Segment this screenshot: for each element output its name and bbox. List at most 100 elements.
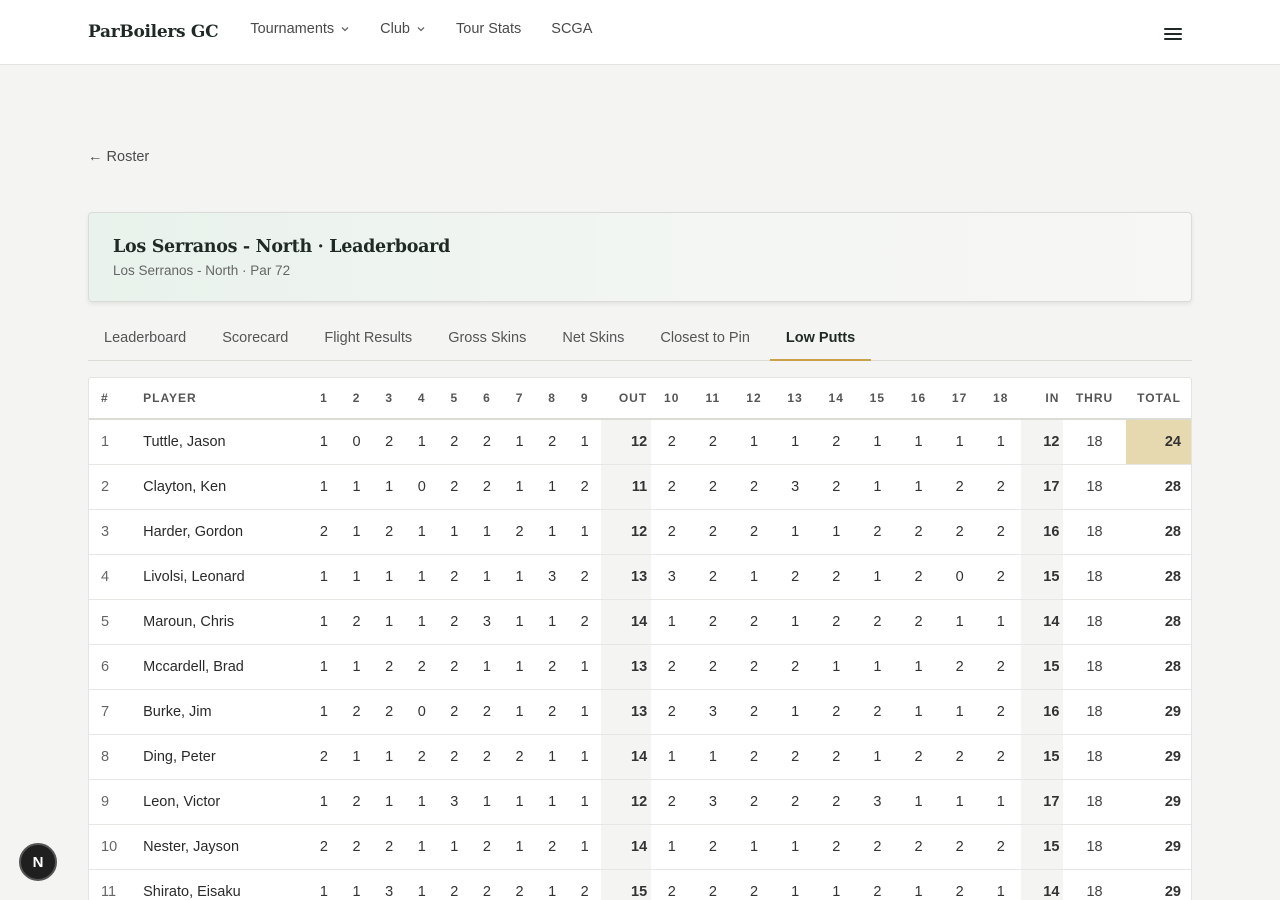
hole-putts-cell: 1	[939, 779, 981, 825]
hole-putts-cell: 1	[651, 824, 693, 870]
hole-putts-cell: 1	[980, 599, 1022, 645]
table-row[interactable]: 9 Leon, Victor 1 2 1 1 3 1 1 1 1 12 2 3 2 2 2 3 1 1 1 17 18 29	[89, 779, 1191, 825]
hole-putts-cell: 1	[340, 554, 373, 600]
in-total-cell: 15	[1021, 824, 1064, 870]
hole-putts-cell: 2	[856, 824, 898, 870]
hole-putts-cell: 1	[340, 464, 373, 510]
rank-cell: 11	[89, 869, 132, 900]
hole-putts-cell: 2	[503, 869, 536, 900]
hole-putts-cell: 1	[651, 734, 693, 780]
hole-putts-cell: 1	[405, 779, 439, 825]
hole-putts-cell: 1	[372, 779, 406, 825]
in-total-cell: 15	[1021, 554, 1064, 600]
nav-tournaments[interactable]: Tournaments	[250, 21, 350, 37]
hole-putts-cell: 3	[692, 689, 734, 735]
thru-cell: 18	[1063, 824, 1126, 870]
tab-net-skins[interactable]: Net Skins	[546, 318, 640, 361]
rank-cell: 9	[89, 779, 132, 825]
player-name: Mccardell, Brad	[131, 644, 308, 690]
hole-putts-cell: 2	[438, 734, 471, 780]
column-header: 7	[503, 378, 536, 420]
hole-putts-cell: 2	[651, 644, 693, 690]
hole-putts-cell: 2	[651, 464, 693, 510]
hole-putts-cell: 1	[568, 779, 602, 825]
hole-putts-cell: 2	[897, 734, 940, 780]
table-row[interactable]: 8 Ding, Peter 2 1 1 2 2 2 2 1 1 14 1 1 2 2 2 1 2 2 2 15 18 29	[89, 734, 1191, 780]
hole-putts-cell: 2	[340, 824, 373, 870]
hole-putts-cell: 1	[372, 464, 406, 510]
thru-cell: 18	[1063, 599, 1126, 645]
column-header: 15	[856, 378, 898, 420]
column-header: 10	[651, 378, 693, 420]
page-subtitle: Los Serranos - North · Par 72	[113, 263, 291, 278]
hole-putts-cell: 2	[692, 599, 734, 645]
hole-putts-cell: 1	[568, 734, 602, 780]
tab-flight-results[interactable]: Flight Results	[308, 318, 428, 361]
table-row[interactable]: 11 Shirato, Eisaku 1 1 3 1 2 2 2 1 2 15 2 2 2 1 1 2 1 2 1 14 1…	[89, 869, 1191, 900]
table-row[interactable]: 10 Nester, Jayson 2 2 2 1 1 2 1 2 1 14 1 2 1 1 2 2 2 2 2 15 18…	[89, 824, 1191, 870]
hole-putts-cell: 2	[535, 644, 569, 690]
table-row[interactable]: 5 Maroun, Chris 1 2 1 1 2 3 1 1 2 14 1 2 2 1 2 2 2 1 1 14 18 28	[89, 599, 1191, 645]
hole-putts-cell: 1	[307, 644, 341, 690]
player-name: Harder, Gordon	[131, 509, 308, 555]
hole-putts-cell: 2	[980, 734, 1022, 780]
table-row[interactable]: 3 Harder, Gordon 2 1 2 1 1 1 2 1 1 12 2 2 2 1 1 2 2 2 2 16 18 2…	[89, 509, 1191, 555]
hole-putts-cell: 2	[372, 509, 406, 555]
hole-putts-cell: 1	[774, 689, 816, 735]
hole-putts-cell: 1	[503, 779, 536, 825]
tab-closest-to-pin[interactable]: Closest to Pin	[644, 318, 765, 361]
hole-putts-cell: 1	[438, 824, 471, 870]
tab-scorecard[interactable]: Scorecard	[206, 318, 304, 361]
table-row[interactable]: 7 Burke, Jim 1 2 2 0 2 2 1 2 1 13 2 3 2 1 2 2 1 1 2 16 18 29	[89, 689, 1191, 735]
hamburger-icon[interactable]	[1164, 28, 1182, 42]
hole-putts-cell: 2	[438, 644, 471, 690]
brand-logo[interactable]: ParBoilers GC	[88, 22, 219, 42]
tab-low-putts[interactable]: Low Putts	[769, 318, 872, 361]
tab-gross-skins[interactable]: Gross Skins	[432, 318, 542, 361]
hole-putts-cell: 2	[372, 644, 406, 690]
hole-putts-cell: 1	[340, 644, 373, 690]
total-cell: 29	[1125, 734, 1191, 780]
rank-cell: 6	[89, 644, 132, 690]
table-row[interactable]: 2 Clayton, Ken 1 1 1 0 2 2 1 1 2 11 2 2 2 3 2 1 1 2 2 17 18 28	[89, 464, 1191, 510]
hole-putts-cell: 1	[470, 554, 504, 600]
table-row[interactable]: 4 Livolsi, Leonard 1 1 1 1 2 1 1 3 2 13 3 2 1 2 2 1 2 0 2 15 1…	[89, 554, 1191, 600]
hole-putts-cell: 1	[405, 419, 439, 465]
hole-putts-cell: 2	[470, 689, 504, 735]
out-total-cell: 12	[601, 419, 652, 465]
hole-putts-cell: 1	[980, 419, 1022, 465]
hole-putts-cell: 1	[535, 779, 569, 825]
total-cell: 28	[1125, 554, 1191, 600]
table-row[interactable]: 6 Mccardell, Brad 1 1 2 2 2 1 1 2 1 13 2 2 2 2 1 1 1 2 2 15 18…	[89, 644, 1191, 690]
thru-cell: 18	[1063, 644, 1126, 690]
hole-putts-cell: 2	[815, 824, 857, 870]
in-total-cell: 14	[1021, 599, 1064, 645]
in-total-cell: 12	[1021, 419, 1064, 465]
hole-putts-cell: 2	[568, 554, 602, 600]
hole-putts-cell: 1	[307, 419, 341, 465]
rank-cell: 2	[89, 464, 132, 510]
nav-tour-stats[interactable]: Tour Stats	[456, 21, 521, 37]
hole-putts-cell: 1	[815, 509, 857, 555]
hole-putts-cell: 1	[897, 689, 940, 735]
nav-links: Tournaments Club Tour Stats SCGA	[250, 21, 592, 37]
hole-putts-cell: 2	[535, 419, 569, 465]
back-to-roster-link[interactable]: ← Roster	[88, 149, 149, 165]
hole-putts-cell: 1	[774, 419, 816, 465]
hole-putts-cell: 2	[405, 644, 439, 690]
nav-scga[interactable]: SCGA	[551, 21, 592, 37]
hole-putts-cell: 1	[651, 599, 693, 645]
nav-club[interactable]: Club	[380, 21, 426, 37]
table-row[interactable]: 1 Tuttle, Jason 1 0 2 1 2 2 1 2 1 12 2 2 1 1 2 1 1 1 1 12 18 24	[89, 419, 1191, 465]
rank-cell: 3	[89, 509, 132, 555]
hole-putts-cell: 2	[692, 464, 734, 510]
hole-putts-cell: 2	[733, 509, 775, 555]
hole-putts-cell: 2	[438, 599, 471, 645]
out-total-cell: 13	[601, 644, 652, 690]
hole-putts-cell: 2	[980, 824, 1022, 870]
n-badge-button[interactable]: N	[19, 843, 57, 881]
table-body: 1 Tuttle, Jason 1 0 2 1 2 2 1 2 1 12 2 2 1 1 2 1 1 1 1 12 18 24…	[89, 419, 1191, 900]
hole-putts-cell: 1	[774, 824, 816, 870]
column-header: 18	[980, 378, 1022, 420]
tab-leaderboard[interactable]: Leaderboard	[88, 318, 202, 361]
